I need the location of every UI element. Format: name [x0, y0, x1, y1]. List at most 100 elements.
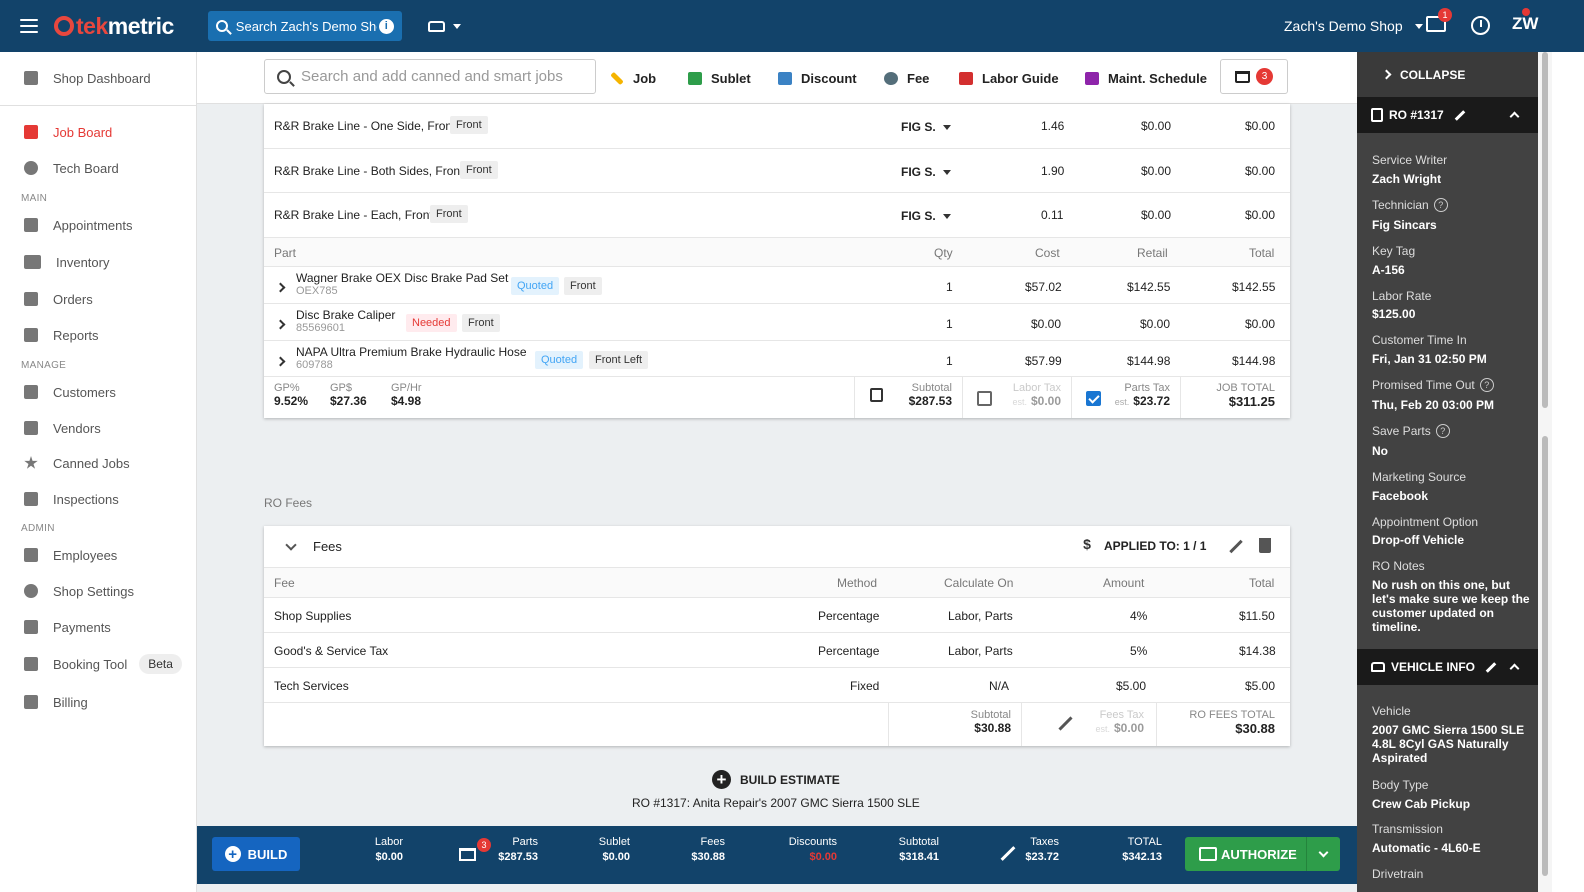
part-row[interactable]: Disc Brake Caliper 85569601 Needed Front …	[264, 304, 1290, 341]
parts-tax-checkbox[interactable]	[1086, 391, 1101, 406]
fee-row[interactable]: Good's & Service Tax Percentage Labor, P…	[264, 633, 1290, 668]
lock-icon[interactable]	[870, 388, 883, 402]
scrollbar-thumb[interactable]	[1542, 436, 1548, 876]
car-icon	[1371, 662, 1385, 672]
cart-badge: 3	[1256, 68, 1273, 85]
fees-total: Fees $30.88	[691, 836, 725, 863]
bottom-totals-bar: + BUILD Labor $0.00 3 Parts $287.53 Sublet $…	[197, 826, 1357, 884]
fees-table-header: Fee Method Calculate On Amount Total	[264, 568, 1290, 598]
gear-icon	[24, 584, 38, 598]
collapse-panel-button[interactable]: COLLAPSE	[1357, 52, 1538, 97]
cart-icon	[1235, 70, 1250, 83]
sidebar-item-appointments[interactable]: Appointments	[0, 210, 197, 240]
tekmetric-logo[interactable]: tek metric	[54, 13, 174, 40]
logo-gear-icon	[54, 16, 74, 36]
hamburger-menu-icon[interactable]	[20, 19, 38, 33]
edit-pencil-icon[interactable]	[1227, 539, 1243, 555]
technician-dropdown[interactable]: FIG S.	[901, 209, 951, 223]
global-search-input[interactable]: Search Zach's Demo Shop i	[207, 11, 402, 41]
sidebar-item-billing[interactable]: Billing	[0, 687, 197, 717]
applied-to-label[interactable]: APPLIED TO: 1 / 1	[1104, 539, 1206, 553]
edit-pencil-icon[interactable]	[1056, 715, 1073, 731]
sublet-icon	[688, 71, 702, 85]
ro-info-header[interactable]: RO #1317	[1357, 97, 1538, 133]
delete-trash-icon[interactable]	[1259, 538, 1271, 553]
help-icon[interactable]: ?	[1479, 378, 1494, 392]
ro-notes-text: No rush on this one, but let's make sure…	[1372, 578, 1530, 634]
page-edge	[1552, 52, 1584, 892]
sidebar-item-booking-tool[interactable]: Booking Tool Beta	[0, 649, 197, 679]
sidebar-item-shop-dashboard[interactable]: Shop Dashboard	[0, 63, 197, 93]
estimate-caption: RO #1317: Anita Repair's 2007 GMC Sierra…	[632, 796, 920, 810]
vehicle-dropdown[interactable]	[427, 20, 461, 32]
expand-chevron-icon[interactable]	[275, 354, 286, 368]
part-row[interactable]: Wagner Brake OEX Disc Brake Pad Set OEX78…	[264, 267, 1290, 304]
caret-down-icon	[1414, 23, 1423, 29]
discount-icon	[778, 71, 792, 85]
edit-pencil-icon[interactable]	[1000, 846, 1016, 861]
cart-button[interactable]: 3	[1220, 59, 1288, 94]
fee-row[interactable]: Shop Supplies Percentage Labor, Parts 4%…	[264, 598, 1290, 633]
plus-circle-icon: +	[224, 846, 241, 862]
sidebar-item-reports[interactable]: Reports	[0, 320, 197, 350]
sidebar-item-payments[interactable]: Payments	[0, 612, 197, 642]
labor-row[interactable]: R&R Brake Line - Each, Front Front FIG S…	[264, 193, 1290, 238]
technician-dropdown[interactable]: FIG S.	[901, 120, 951, 134]
edit-pencil-icon[interactable]	[1485, 661, 1497, 673]
info-icon[interactable]: i	[378, 18, 394, 34]
shop-selector[interactable]: Zach's Demo Shop	[1284, 0, 1423, 52]
labor-row[interactable]: R&R Brake Line - One Side, Front Front F…	[264, 104, 1290, 149]
sidebar-item-canned-jobs[interactable]: Canned Jobs	[0, 448, 197, 478]
calendar-icon	[24, 218, 38, 232]
labor-row[interactable]: R&R Brake Line - Both Sides, Front Front…	[264, 149, 1290, 193]
build-button[interactable]: + BUILD	[212, 837, 300, 871]
collapse-chevron-icon[interactable]	[285, 538, 297, 552]
technician-dropdown[interactable]: FIG S.	[901, 165, 951, 179]
sidebar-item-tech-board[interactable]: Tech Board	[0, 153, 197, 183]
chevron-up-icon[interactable]	[1509, 111, 1520, 122]
add-discount-button[interactable]: Discount	[778, 52, 857, 104]
payment-icon	[24, 620, 38, 634]
add-fee-button[interactable]: Fee	[884, 52, 929, 104]
labor-tax-checkbox[interactable]	[977, 391, 992, 406]
credit-card-icon	[24, 695, 38, 709]
add-job-button[interactable]: Job	[610, 52, 656, 104]
maint-schedule-button[interactable]: Maint. Schedule	[1085, 52, 1207, 104]
labor-guide-button[interactable]: Labor Guide	[959, 52, 1059, 104]
sidebar-item-employees[interactable]: Employees	[0, 540, 197, 570]
part-row[interactable]: NAPA Ultra Premium Brake Hydraulic Hose 6…	[264, 341, 1290, 377]
sidebar-item-shop-settings[interactable]: Shop Settings	[0, 576, 197, 606]
people-icon	[24, 385, 38, 399]
authorize-dropdown-toggle[interactable]	[1306, 837, 1340, 871]
messages-badge: 1	[1438, 8, 1452, 22]
job-search-input[interactable]: Search and add canned and smart jobs	[264, 59, 596, 94]
authorize-button[interactable]: AUTHORIZE	[1185, 837, 1340, 871]
build-estimate-button[interactable]: + BUILD ESTIMATE	[712, 770, 840, 789]
inspection-icon	[24, 492, 38, 506]
car-icon	[24, 125, 38, 139]
clock-icon[interactable]	[1471, 16, 1490, 35]
expand-chevron-icon[interactable]	[275, 317, 286, 331]
help-icon[interactable]: ?	[1433, 198, 1448, 212]
sidebar-item-job-board[interactable]: Job Board	[0, 117, 197, 147]
car-icon	[427, 20, 445, 32]
add-sublet-button[interactable]: Sublet	[688, 52, 751, 104]
expand-chevron-icon[interactable]	[275, 280, 286, 294]
caret-down-icon	[942, 213, 951, 219]
labor-total: Labor $0.00	[374, 836, 403, 863]
sidebar-item-customers[interactable]: Customers	[0, 377, 197, 407]
user-avatar[interactable]: ZW	[1512, 14, 1538, 34]
edit-pencil-icon[interactable]	[1454, 109, 1466, 121]
sidebar-item-vendors[interactable]: Vendors	[0, 413, 197, 443]
vehicle-info-header[interactable]: VEHICLE INFO	[1357, 649, 1538, 685]
panel-scrollbar[interactable]	[1538, 52, 1552, 892]
warehouse-icon	[24, 255, 41, 269]
chevron-up-icon[interactable]	[1509, 663, 1520, 674]
sidebar-item-inspections[interactable]: Inspections	[0, 484, 197, 514]
position-tag: Front Left	[589, 351, 649, 369]
sidebar-item-orders[interactable]: Orders	[0, 284, 197, 314]
fee-row[interactable]: Tech Services Fixed N/A $5.00 $5.00	[264, 668, 1290, 703]
help-icon[interactable]: ?	[1435, 424, 1450, 438]
sidebar-item-inventory[interactable]: Inventory	[0, 247, 197, 277]
scrollbar-thumb[interactable]	[1542, 52, 1548, 408]
